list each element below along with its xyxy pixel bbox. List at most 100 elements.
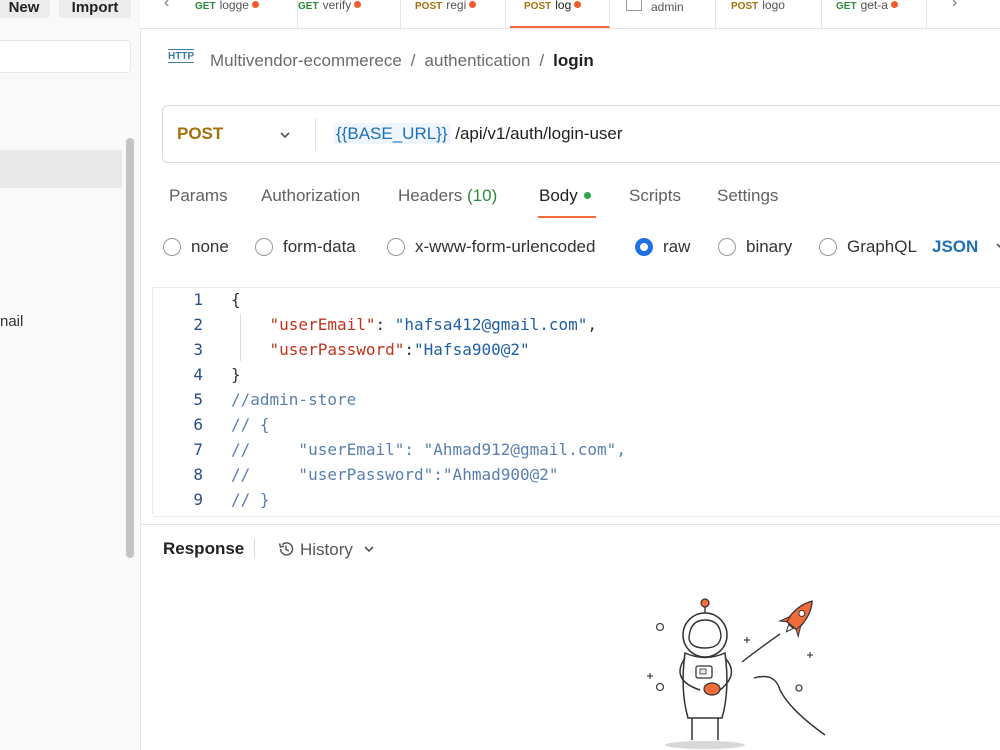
- json-colon: :: [375, 315, 395, 334]
- json-string: "Hafsa900@2": [414, 340, 530, 359]
- tab-label: logo: [762, 0, 785, 12]
- tab-params[interactable]: Params: [169, 186, 228, 206]
- tab-label: verify: [322, 0, 352, 12]
- history-button[interactable]: History: [276, 539, 376, 560]
- radio-raw[interactable]: raw: [635, 236, 690, 258]
- tab-request-4-active[interactable]: POST log: [510, 0, 610, 28]
- tab-label: logge: [219, 0, 249, 12]
- history-label: History: [300, 540, 353, 559]
- sidebar-scrollbar[interactable]: [126, 138, 134, 558]
- code-line[interactable]: 5 //admin-store: [160, 387, 356, 412]
- response-title[interactable]: Response: [163, 539, 244, 559]
- format-label: JSON: [932, 237, 979, 256]
- radio-label: none: [191, 237, 229, 256]
- tab-authorization[interactable]: Authorization: [261, 186, 360, 206]
- tab-scroll-left-icon[interactable]: ‹: [164, 0, 169, 12]
- radio-circle-icon: [819, 238, 837, 256]
- tab-request-5[interactable]: admin: [612, 0, 716, 28]
- tab-label: log: [555, 0, 572, 12]
- history-icon: [278, 542, 294, 556]
- code-line[interactable]: 8 // "userPassword":"Ahmad900@2": [160, 462, 559, 487]
- chevron-down-icon: [996, 243, 1000, 248]
- tab-method: GET: [195, 1, 216, 12]
- chevron-down-icon[interactable]: [278, 128, 292, 142]
- tab-body-label: Body: [539, 186, 578, 205]
- sidebar-search-input[interactable]: [0, 40, 131, 73]
- line-number: 6: [193, 415, 203, 434]
- tab-method: GET: [298, 1, 319, 12]
- tab-label: get-a: [860, 0, 888, 12]
- code-line[interactable]: 3 "userPassword":"Hafsa900@2": [160, 337, 530, 362]
- line-number: 1: [193, 290, 203, 309]
- radio-form-data[interactable]: form-data: [255, 236, 356, 258]
- radio-selected-icon: [635, 238, 653, 256]
- json-key: "userEmail": [269, 315, 376, 334]
- new-button[interactable]: New: [0, 0, 50, 18]
- code-comment: // }: [231, 490, 270, 509]
- format-select[interactable]: JSON: [932, 236, 1000, 258]
- unsaved-dot-icon: [574, 1, 582, 8]
- tab-settings[interactable]: Settings: [717, 186, 778, 206]
- tab-label: regi: [446, 0, 467, 12]
- json-string: "hafsa412@gmail.com": [394, 315, 588, 334]
- code-comment: // "userEmail": "Ahmad912@gmail.com",: [231, 440, 626, 459]
- url-input[interactable]: {{BASE_URL}} /api/v1/auth/login-user: [333, 123, 623, 144]
- radio-circle-icon: [163, 238, 181, 256]
- url-path: /api/v1/auth/login-user: [450, 124, 623, 143]
- breadcrumb-folder[interactable]: authentication: [425, 51, 531, 70]
- http-request-icon: HTTP: [168, 49, 195, 63]
- code-comment: //admin-store: [231, 390, 357, 409]
- code-line[interactable]: 9 // }: [160, 487, 270, 512]
- radio-circle-icon: [255, 238, 273, 256]
- tab-body[interactable]: Body: [539, 186, 591, 206]
- code-line[interactable]: 1{: [160, 287, 241, 312]
- radio-binary[interactable]: binary: [718, 236, 792, 258]
- line-number: 3: [193, 340, 203, 359]
- astronaut-rocket-illustration: [647, 598, 826, 749]
- sidebar-item-selected[interactable]: [0, 150, 122, 188]
- code-line[interactable]: 4}: [160, 362, 241, 387]
- response-divider[interactable]: [140, 524, 1000, 525]
- line-number: 7: [193, 440, 203, 459]
- code-text: }: [231, 365, 241, 384]
- radio-circle-icon: [387, 238, 405, 256]
- code-line[interactable]: 2 "userEmail": "hafsa412@gmail.com",: [160, 312, 597, 337]
- tab-scripts[interactable]: Scripts: [629, 186, 681, 206]
- headers-count-badge: (10): [467, 186, 498, 205]
- radio-graphql[interactable]: GraphQL: [819, 236, 917, 258]
- breadcrumb-collection[interactable]: Multivendor-ecommerece: [210, 51, 402, 70]
- url-variable[interactable]: {{BASE_URL}}: [333, 123, 451, 144]
- tab-request-3[interactable]: POST regi: [402, 0, 506, 28]
- code-line[interactable]: 7 // "userEmail": "Ahmad912@gmail.com",: [160, 437, 626, 462]
- breadcrumb-separator: /: [410, 51, 416, 70]
- sidebar-item-label[interactable]: nail: [0, 313, 23, 330]
- tab-headers[interactable]: Headers (10): [398, 186, 497, 206]
- radio-label: x-www-form-urlencoded: [415, 237, 596, 256]
- json-comma: ,: [587, 315, 598, 334]
- tab-headers-label: Headers: [398, 186, 463, 205]
- tab-method: POST: [524, 1, 552, 12]
- tab-request-7[interactable]: GET get-a: [824, 0, 927, 28]
- code-comment: // {: [231, 415, 270, 434]
- tab-request-1[interactable]: GET logge: [195, 0, 298, 28]
- body-status-dot-icon: [583, 192, 591, 199]
- line-number: 8: [193, 465, 203, 484]
- code-line[interactable]: 6 // {: [160, 412, 270, 437]
- json-key: "userPassword": [269, 340, 405, 359]
- method-select[interactable]: POST: [177, 124, 223, 144]
- editor-border: [152, 287, 153, 515]
- radio-none[interactable]: none: [163, 236, 229, 258]
- code-text: {: [231, 290, 241, 309]
- tab-scroll-right-icon[interactable]: ›: [952, 0, 957, 12]
- radio-urlencoded[interactable]: x-www-form-urlencoded: [387, 236, 595, 258]
- line-number: 9: [193, 490, 203, 509]
- breadcrumb: Multivendor-ecommerece / authentication / lo…: [210, 51, 594, 71]
- tab-request-6[interactable]: POST logo: [718, 0, 822, 28]
- unsaved-dot-icon: [354, 1, 362, 8]
- breadcrumb-current-request[interactable]: login: [553, 51, 594, 70]
- unsaved-dot-icon: [469, 1, 477, 8]
- import-button[interactable]: Import: [59, 0, 131, 18]
- tab-method: POST: [415, 1, 443, 12]
- tab-request-2[interactable]: GET verify: [298, 0, 401, 28]
- code-comment: // "userPassword":"Ahmad900@2": [231, 465, 559, 484]
